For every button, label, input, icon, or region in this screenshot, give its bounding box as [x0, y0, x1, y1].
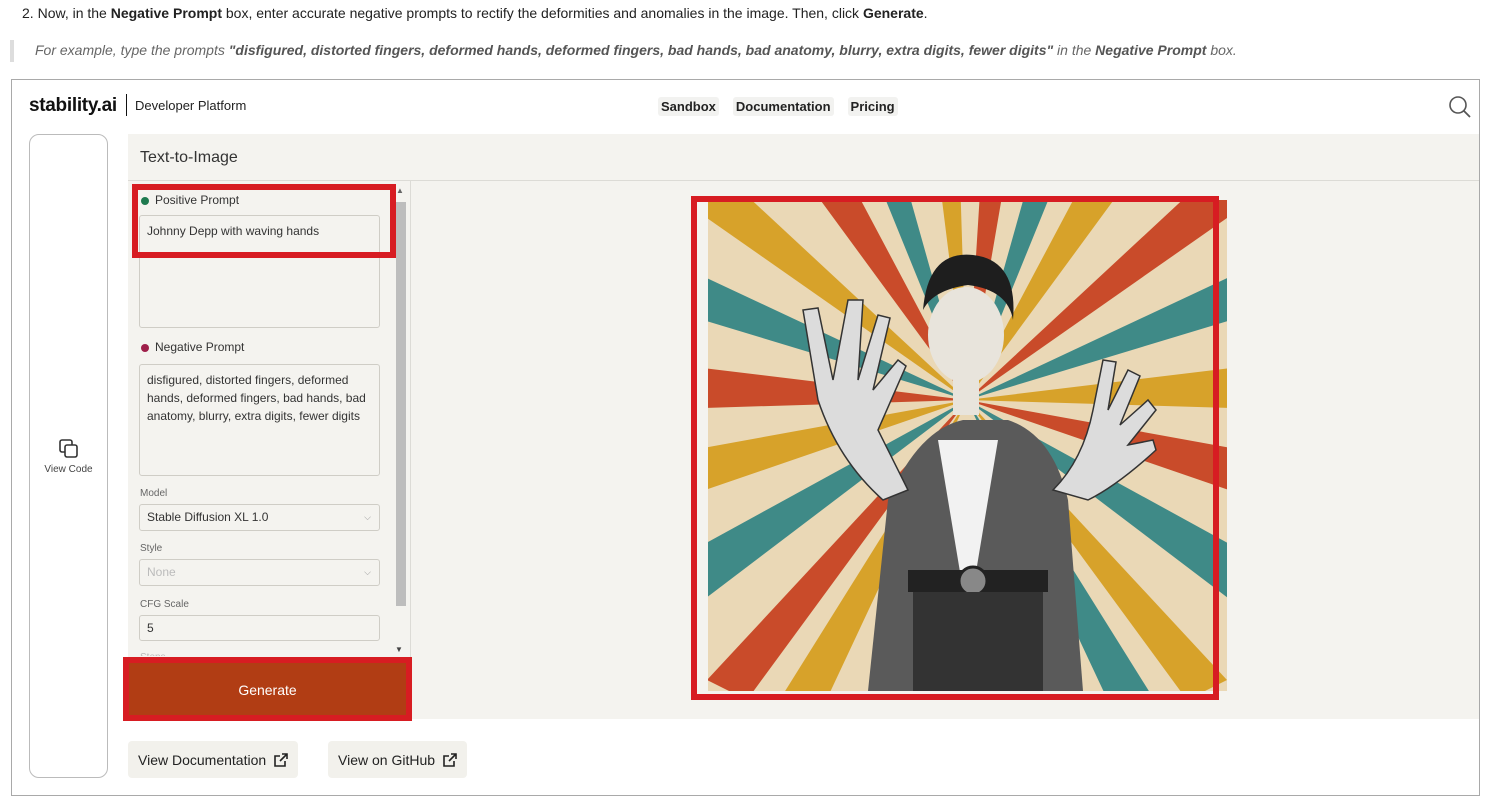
style-value: None [147, 565, 176, 579]
cfg-scale-label: CFG Scale [140, 599, 189, 610]
nav-documentation[interactable]: Documentation [732, 97, 834, 116]
model-label: Model [140, 488, 168, 499]
external-link-icon [274, 752, 288, 767]
negative-prompt-label: Negative Prompt [155, 340, 245, 354]
style-label: Style [140, 543, 163, 554]
text-to-image-panel: Text-to-Image Positive Prompt Johnny Dep… [128, 134, 1479, 719]
view-github-label: View on GitHub [338, 751, 436, 768]
positive-prompt-input[interactable]: Johnny Depp with waving hands [139, 215, 380, 328]
positive-prompt-label: Positive Prompt [155, 193, 240, 207]
cfg-scale-value: 5 [147, 621, 154, 635]
top-nav: Sandbox Documentation Pricing [658, 97, 912, 116]
column-divider [410, 181, 411, 719]
negative-dot [141, 344, 149, 352]
panel-divider [128, 180, 1479, 181]
instruction-step: 2. Now, in the Negative Prompt box, ente… [22, 5, 928, 21]
nav-sandbox[interactable]: Sandbox [658, 97, 719, 116]
search-icon[interactable] [1448, 95, 1472, 119]
model-select[interactable]: Stable Diffusion XL 1.0 ⌵ [139, 504, 380, 531]
step-text-pre: Now, in the [37, 5, 107, 21]
screenshot-frame: stability.ai Developer Platform Sandbox … [11, 79, 1480, 796]
step-text-post: . [923, 5, 928, 21]
chevron-down-icon: ⌵ [364, 567, 371, 577]
steps-label: Steps [140, 652, 166, 656]
note-text-mid: in the [1057, 42, 1092, 58]
scroll-down-icon[interactable]: ▼ [395, 645, 403, 654]
left-rail: View Code [29, 134, 108, 778]
platform-subtitle: Developer Platform [135, 98, 247, 113]
negative-prompt-input[interactable]: disfigured, distorted fingers, deformed … [139, 364, 380, 476]
negative-prompt-value: disfigured, distorted fingers, deformed … [147, 373, 366, 423]
generated-portrait-illustration [708, 200, 1227, 691]
nav-pricing[interactable]: Pricing [847, 97, 898, 116]
step-bold-generate: Generate [862, 5, 924, 21]
scrollbar-thumb[interactable] [396, 202, 406, 606]
view-code-label[interactable]: View Code [30, 464, 107, 475]
note-bold-prompts: "disfigured, distorted fingers, deformed… [228, 42, 1054, 58]
model-value: Stable Diffusion XL 1.0 [147, 510, 269, 524]
chevron-down-icon: ⌵ [364, 512, 371, 522]
style-select[interactable]: None ⌵ [139, 559, 380, 586]
note-text-pre: For example, type the prompts [35, 42, 225, 58]
generated-image [708, 200, 1227, 691]
panel-title: Text-to-Image [140, 149, 238, 166]
step-text-mid: box, enter accurate negative prompts to … [225, 5, 860, 21]
positive-prompt-value: Johnny Depp with waving hands [147, 224, 320, 238]
cfg-scale-input[interactable]: 5 [139, 615, 380, 641]
instruction-note: For example, type the prompts "disfigure… [35, 42, 1237, 58]
logo-divider [126, 94, 127, 116]
note-text-post: box. [1210, 42, 1237, 58]
logo[interactable]: stability.ai [29, 95, 117, 117]
view-github-button[interactable]: View on GitHub [328, 741, 468, 778]
blockquote-bar [10, 40, 14, 62]
scroll-up-icon[interactable]: ▲ [396, 186, 404, 195]
copy-icon[interactable] [57, 437, 81, 461]
view-documentation-button[interactable]: View Documentation [128, 741, 299, 778]
external-link-icon [443, 752, 457, 767]
step-number: 2. [22, 5, 34, 21]
note-bold-negative: Negative Prompt [1095, 42, 1207, 58]
view-documentation-label: View Documentation [138, 751, 267, 768]
step-bold-negative: Negative Prompt [110, 5, 222, 21]
positive-dot [141, 197, 149, 205]
generate-button[interactable]: Generate [128, 662, 407, 717]
